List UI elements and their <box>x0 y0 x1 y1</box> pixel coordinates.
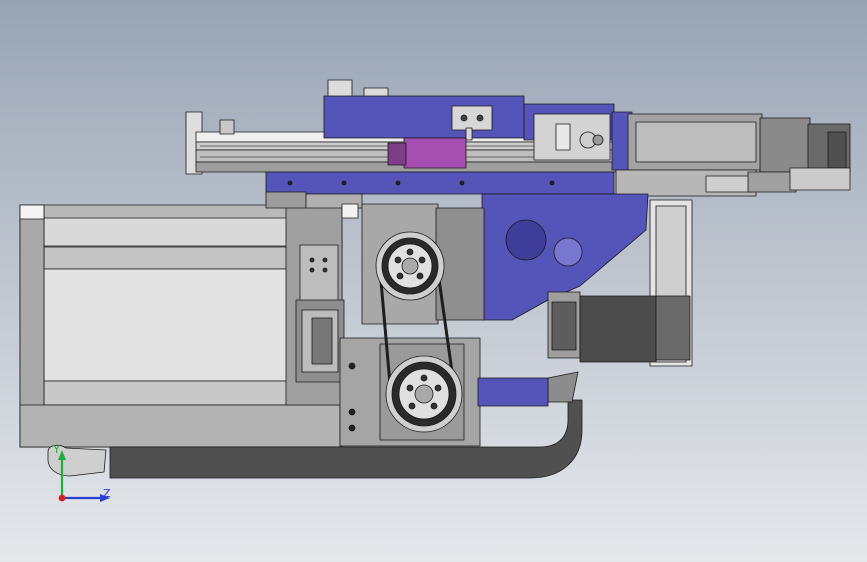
model-viewport[interactable]: Y Z <box>0 0 867 562</box>
upper-pulley <box>375 231 445 301</box>
x-axis-dot <box>58 494 66 502</box>
top-rail-assembly <box>185 79 633 175</box>
left-frame <box>19 204 343 448</box>
z-axis-label: Z <box>103 487 111 500</box>
linear-rail-block <box>295 299 345 383</box>
cad-model-drawing: Y Z <box>19 79 851 502</box>
lower-pulley <box>385 355 463 433</box>
servo-motor <box>615 113 851 197</box>
y-axis-label: Y <box>52 443 60 456</box>
